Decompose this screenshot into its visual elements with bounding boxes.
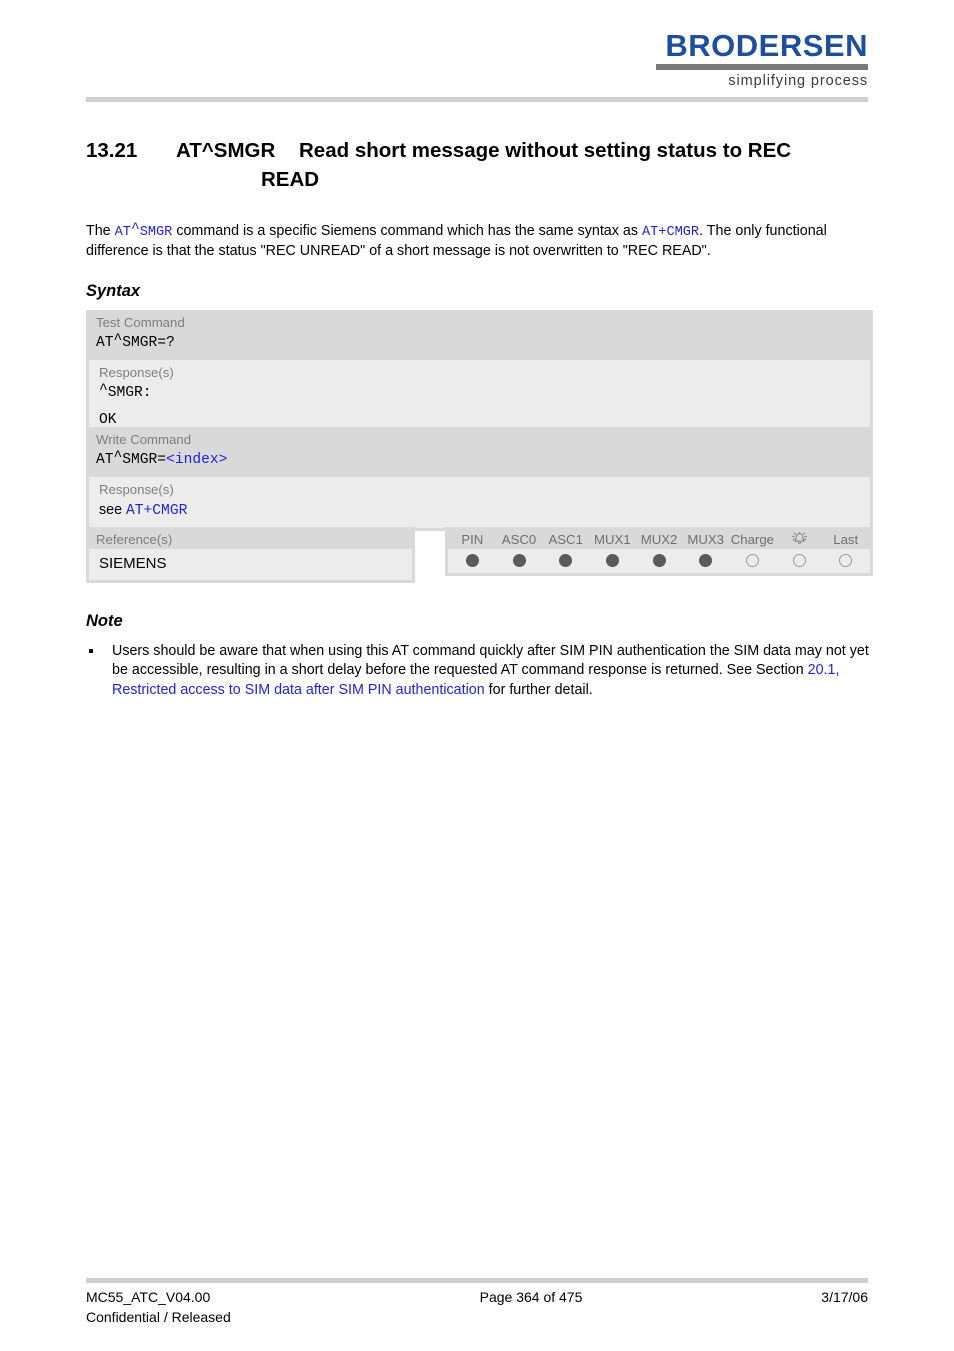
caret-superscript: ^	[130, 221, 140, 237]
heading-title-line1: Read short message without setting statu…	[299, 139, 792, 162]
intro-text-2: command is a specific Siemens command wh…	[172, 223, 642, 239]
write-command-block: Write Command AT^SMGR=<index> Response(s…	[86, 427, 873, 531]
intro-text-1: The	[86, 223, 115, 239]
filled-dot-icon	[605, 554, 619, 567]
write-command-prefix: AT^SMGR=	[96, 449, 167, 468]
reference-value: SIEMENS	[99, 555, 167, 572]
logo-tagline: simplifying process	[728, 72, 868, 89]
write-response-text: see AT+CMGR	[89, 499, 870, 528]
capability-cell-asc0	[496, 554, 543, 567]
capability-header-mux2: MUX2	[640, 532, 678, 547]
capability-cell-charge	[729, 554, 776, 567]
logo-wordmark: BRODERSEN	[665, 28, 868, 63]
capability-table-body	[448, 549, 870, 573]
filled-dot-icon	[465, 554, 479, 567]
test-command-block: Test Command AT^SMGR=? Response(s) ^SMGR…	[86, 310, 873, 440]
logo-bar	[656, 63, 868, 70]
brodersen-logo: BRODERSEN simplifying process	[656, 30, 868, 89]
capability-header-alarm-bell-icon	[776, 531, 823, 548]
reference-block: Reference(s) SIEMENS	[86, 527, 415, 583]
capability-header-mux3: MUX3	[687, 532, 725, 547]
footer-row-bottom: Confidential / Released	[86, 1308, 868, 1328]
empty-dot-icon	[839, 554, 853, 567]
footer-classification: Confidential / Released	[86, 1308, 231, 1325]
alarm-bell-icon	[791, 532, 807, 544]
page-footer: MC55_ATC_V04.00 Page 364 of 475 3/17/06 …	[86, 1288, 868, 1327]
capability-table-header: PIN ASC0 ASC1 MUX1 MUX2 MUX3 Charge Last	[445, 527, 873, 549]
note-list: Users should be aware that when using th…	[86, 642, 876, 700]
capability-header-asc1: ASC1	[548, 532, 583, 547]
capability-cell-alarm-bell-icon	[776, 554, 823, 567]
test-command-label: Test Command	[96, 315, 185, 330]
heading-number: 13.21	[86, 139, 138, 162]
page-title: 13.21 AT^SMGR Read short message without s…	[86, 136, 876, 194]
reference-label: Reference(s)	[96, 532, 173, 547]
capability-cell-mux3	[682, 554, 729, 567]
filled-dot-icon	[512, 554, 526, 567]
footer-page-number: Page 364 of 475	[479, 1289, 583, 1305]
heading-command: AT^SMGR	[176, 139, 276, 162]
note-list-item: Users should be aware that when using th…	[86, 642, 876, 700]
footer-divider	[86, 1278, 868, 1283]
footer-date: 3/17/06	[821, 1289, 868, 1305]
note-text-2: for further detail.	[484, 681, 593, 698]
reference-value-panel: SIEMENS	[89, 549, 412, 580]
capability-cell-pin	[449, 554, 496, 567]
write-response-link[interactable]: AT+CMGR	[126, 503, 187, 519]
capability-header-charge: Charge	[730, 532, 774, 547]
filled-dot-icon	[559, 554, 573, 567]
capability-cell-last	[822, 554, 869, 567]
empty-dot-icon	[745, 554, 759, 567]
write-command-code: AT^SMGR=<index>	[86, 449, 873, 477]
footer-row-top: MC55_ATC_V04.00 Page 364 of 475 3/17/06	[86, 1288, 868, 1308]
filled-dot-icon	[652, 554, 666, 567]
header-divider	[86, 97, 868, 102]
caret-superscript: ^	[113, 332, 123, 348]
heading-title-line2: READ	[261, 168, 320, 191]
intro-link-atcmgr[interactable]: AT+CMGR	[642, 225, 699, 240]
capability-cell-asc1	[542, 554, 589, 567]
write-response-see: see	[99, 502, 127, 518]
intro-paragraph: The AT^SMGR command is a specific Siemen…	[86, 221, 870, 261]
write-command-label: Write Command	[96, 432, 192, 447]
test-response-label: Response(s)	[99, 365, 174, 380]
document-page: BRODERSEN simplifying process 13.21 AT^SM…	[0, 0, 954, 1351]
note-section-label: Note	[86, 612, 123, 630]
bullet-icon	[89, 649, 93, 653]
capability-header-mux1: MUX1	[594, 532, 631, 547]
test-response-panel: Response(s) ^SMGR: OK	[89, 360, 870, 437]
note-text-1: Users should be aware that when using th…	[112, 643, 869, 679]
write-response-panel: Response(s) see AT+CMGR	[89, 477, 870, 528]
test-response-line-1: ^SMGR:	[99, 382, 152, 401]
capability-header-last: Last	[833, 532, 859, 547]
capability-table: PIN ASC0 ASC1 MUX1 MUX2 MUX3 Charge Last	[445, 527, 873, 576]
write-response-label: Response(s)	[99, 482, 174, 497]
capability-cell-mux1	[589, 554, 636, 567]
filled-dot-icon	[699, 554, 713, 567]
test-command-code: AT^SMGR=?	[96, 332, 175, 351]
empty-dot-icon	[792, 554, 806, 567]
caret-superscript: ^	[99, 382, 108, 398]
syntax-section-label: Syntax	[86, 282, 141, 300]
capability-cell-mux2	[636, 554, 683, 567]
footer-doc-id: MC55_ATC_V04.00	[86, 1289, 211, 1305]
capability-header-asc0: ASC0	[501, 532, 537, 547]
intro-link-atsmgr[interactable]: AT^SMGR	[115, 221, 173, 240]
capability-header-pin: PIN	[461, 532, 484, 547]
caret-superscript: ^	[113, 449, 123, 465]
write-command-param[interactable]: <index>	[166, 452, 227, 468]
